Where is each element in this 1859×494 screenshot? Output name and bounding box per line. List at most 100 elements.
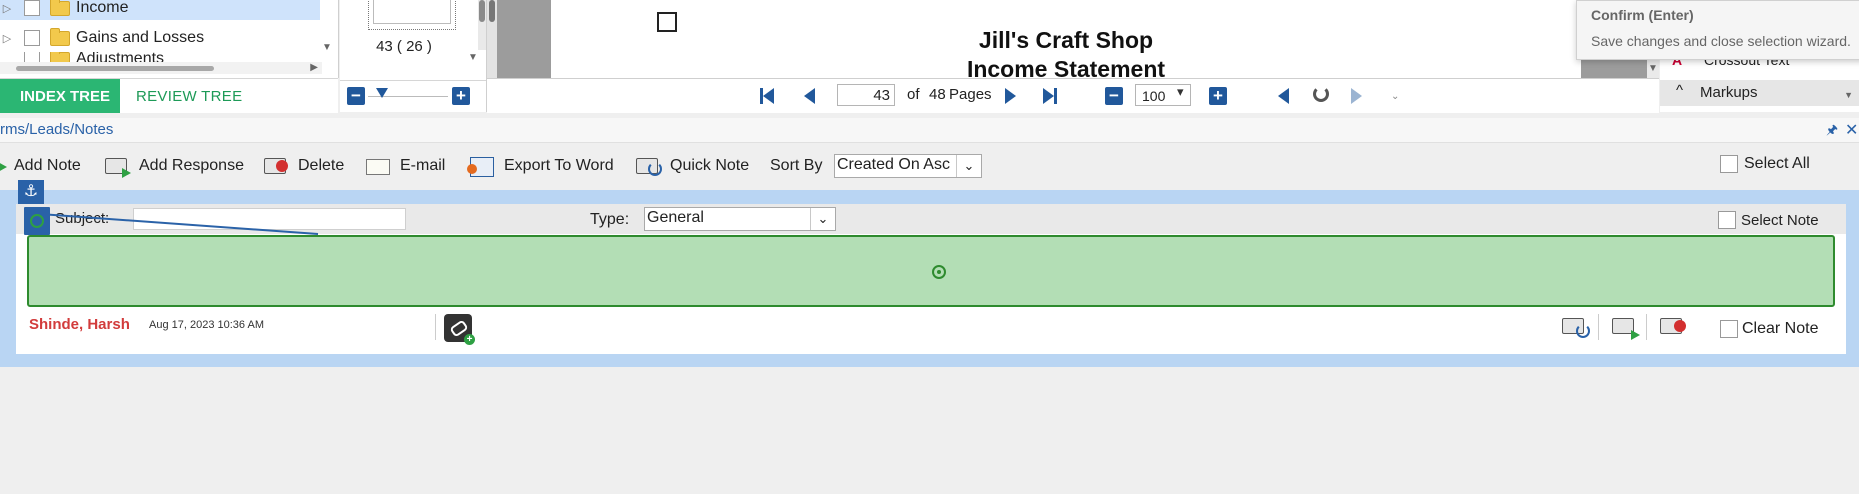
add-note-button[interactable]: Add Note: [0, 154, 81, 178]
scrollbar-thumb[interactable]: [16, 66, 214, 71]
folder-icon: [50, 0, 70, 16]
word-export-icon: [467, 156, 494, 177]
history-forward-icon[interactable]: [1351, 88, 1362, 104]
notes-panel-header: rms/Leads/Notes 🖈 ✕: [0, 118, 1859, 143]
tree-item-gains-and-losses[interactable]: ▷ Gains and Losses: [0, 26, 320, 50]
add-response-icon: [103, 156, 131, 178]
select-all-checkbox[interactable]: [1720, 155, 1738, 173]
last-page-icon[interactable]: [1043, 88, 1059, 104]
email-label: E-mail: [400, 157, 446, 174]
more-options-icon[interactable]: ⌄: [1391, 91, 1399, 102]
divider: [1646, 314, 1647, 340]
tree-item-income[interactable]: ▷ Income: [0, 0, 320, 20]
tooltip-title: Confirm (Enter): [1591, 7, 1694, 23]
note-timestamp: Aug 17, 2023 10:36 AM: [149, 319, 264, 331]
select-all-label: Select All: [1744, 155, 1810, 172]
tree-tab-bar: INDEX TREE REVIEW TREE: [0, 78, 338, 113]
tree-item-label: Income: [76, 0, 129, 16]
add-response-label: Add Response: [139, 157, 244, 174]
scrollbar-thumb[interactable]: [489, 0, 495, 22]
index-tree-panel: ▷ Income ▷ Gains and Losses Adjustments …: [0, 0, 339, 78]
total-pages-label: 48: [929, 86, 946, 103]
thumbnail-page-label: 43 ( 26 ): [376, 38, 432, 55]
page-navigation-bar: 43 of 48 Pages − 100 ▾ + ⌄: [487, 78, 1659, 113]
pages-label: Pages: [949, 86, 992, 103]
card-add-response-icon[interactable]: [1610, 316, 1640, 340]
scroll-down-arrow-icon[interactable]: ▼: [322, 42, 332, 53]
clear-note-label: Clear Note: [1742, 320, 1819, 337]
zoom-out-button[interactable]: −: [1105, 87, 1123, 105]
delete-button[interactable]: Delete: [262, 154, 344, 178]
tooltip-text: Save changes and close selection wizard.: [1591, 33, 1851, 49]
note-type-value: General: [647, 209, 704, 226]
scroll-down-arrow-icon[interactable]: ▼: [468, 52, 478, 63]
document-viewer: Jill's Craft Shop Income Statement ▼: [487, 0, 1659, 78]
scrollbar-thumb[interactable]: [479, 0, 485, 22]
chevron-down-icon[interactable]: ⌄: [810, 208, 835, 230]
email-button[interactable]: E-mail: [364, 154, 445, 178]
previous-page-icon[interactable]: [804, 88, 815, 104]
export-to-word-button[interactable]: Export To Word: [467, 154, 614, 178]
clear-note-checkbox[interactable]: [1720, 320, 1738, 338]
chevron-down-icon[interactable]: ⌄: [956, 155, 981, 177]
markups-section-header[interactable]: ^ Markups ▼: [1660, 80, 1859, 106]
viewer-vertical-scrollbar[interactable]: [487, 0, 497, 78]
tab-index-tree[interactable]: INDEX TREE: [0, 79, 120, 113]
scroll-down-arrow-icon[interactable]: ▼: [1844, 90, 1853, 100]
sort-by-select[interactable]: Created On Asc ⌄: [834, 154, 982, 178]
thumbnail-scrollbar[interactable]: [478, 0, 486, 50]
history-icon[interactable]: [1313, 86, 1329, 102]
add-response-button[interactable]: Add Response: [103, 154, 244, 178]
select-note-checkbox[interactable]: [1718, 211, 1736, 229]
anchor-icon[interactable]: ⚓: [18, 180, 44, 204]
next-page-icon[interactable]: [1005, 88, 1016, 104]
tab-review-tree[interactable]: REVIEW TREE: [136, 79, 242, 113]
expand-arrow-icon[interactable]: ▷: [0, 32, 14, 45]
add-note-icon: [0, 156, 8, 176]
thumbnail-zoom-in-button[interactable]: +: [452, 87, 470, 105]
quick-note-icon: [634, 156, 662, 176]
tree-item-checkbox[interactable]: [24, 0, 40, 16]
thumbnail-zoom-bar: − +: [340, 80, 486, 111]
note-type-select[interactable]: General ⌄: [644, 207, 836, 231]
add-link-icon[interactable]: +: [444, 314, 475, 345]
thumbnail-zoom-out-button[interactable]: −: [347, 87, 365, 105]
tree-item-checkbox[interactable]: [24, 30, 40, 46]
tree-horizontal-scrollbar[interactable]: ▶: [0, 62, 322, 74]
document-page[interactable]: Jill's Craft Shop Income Statement: [551, 0, 1581, 78]
page-of-label: of: [907, 86, 920, 103]
confirm-tooltip: Confirm (Enter) Save changes and close s…: [1576, 0, 1859, 60]
tree-item-label: Gains and Losses: [76, 29, 205, 46]
anchor-connector-line: [40, 213, 319, 235]
add-note-label: Add Note: [14, 157, 81, 174]
card-delete-icon[interactable]: [1658, 316, 1686, 338]
export-to-word-label: Export To Word: [504, 157, 614, 174]
breadcrumb: rms/Leads/Notes: [0, 121, 114, 138]
scroll-right-arrow-icon[interactable]: ▶: [310, 62, 318, 73]
zoom-in-button[interactable]: +: [1209, 87, 1227, 105]
quick-note-button[interactable]: Quick Note: [634, 154, 749, 178]
notes-toolbar: Add Note Add Response Delete E-mail Expo…: [0, 144, 1859, 188]
envelope-icon: [364, 156, 390, 176]
type-label: Type:: [590, 211, 630, 228]
markups-label: Markups: [1700, 84, 1758, 101]
document-title-line1: Jill's Craft Shop: [978, 27, 1154, 53]
markup-tools-panel: A Crossout Text ^ Markups ▼: [1660, 52, 1859, 112]
target-icon: [932, 265, 946, 279]
history-back-icon[interactable]: [1278, 88, 1289, 104]
quick-note-label: Quick Note: [670, 157, 750, 174]
scroll-down-arrow-icon[interactable]: ▼: [1648, 63, 1658, 74]
first-page-icon[interactable]: [760, 88, 776, 104]
pin-icon[interactable]: 🖈: [1826, 121, 1838, 143]
page-thumbnail[interactable]: [368, 0, 456, 30]
page-thumbnail-panel: 43 ( 26 ) ▼ − +: [340, 0, 487, 112]
current-page-input[interactable]: 43: [837, 84, 895, 106]
note-body-editor[interactable]: [27, 235, 1835, 307]
close-icon[interactable]: ✕: [1845, 120, 1858, 140]
expand-arrow-icon[interactable]: ▷: [0, 2, 14, 15]
slider-handle[interactable]: [376, 88, 388, 98]
card-quick-note-icon[interactable]: [1560, 316, 1590, 338]
chevron-up-icon[interactable]: ^: [1676, 82, 1683, 99]
chevron-down-icon[interactable]: ▾: [1177, 84, 1184, 100]
folder-icon: [50, 27, 70, 46]
